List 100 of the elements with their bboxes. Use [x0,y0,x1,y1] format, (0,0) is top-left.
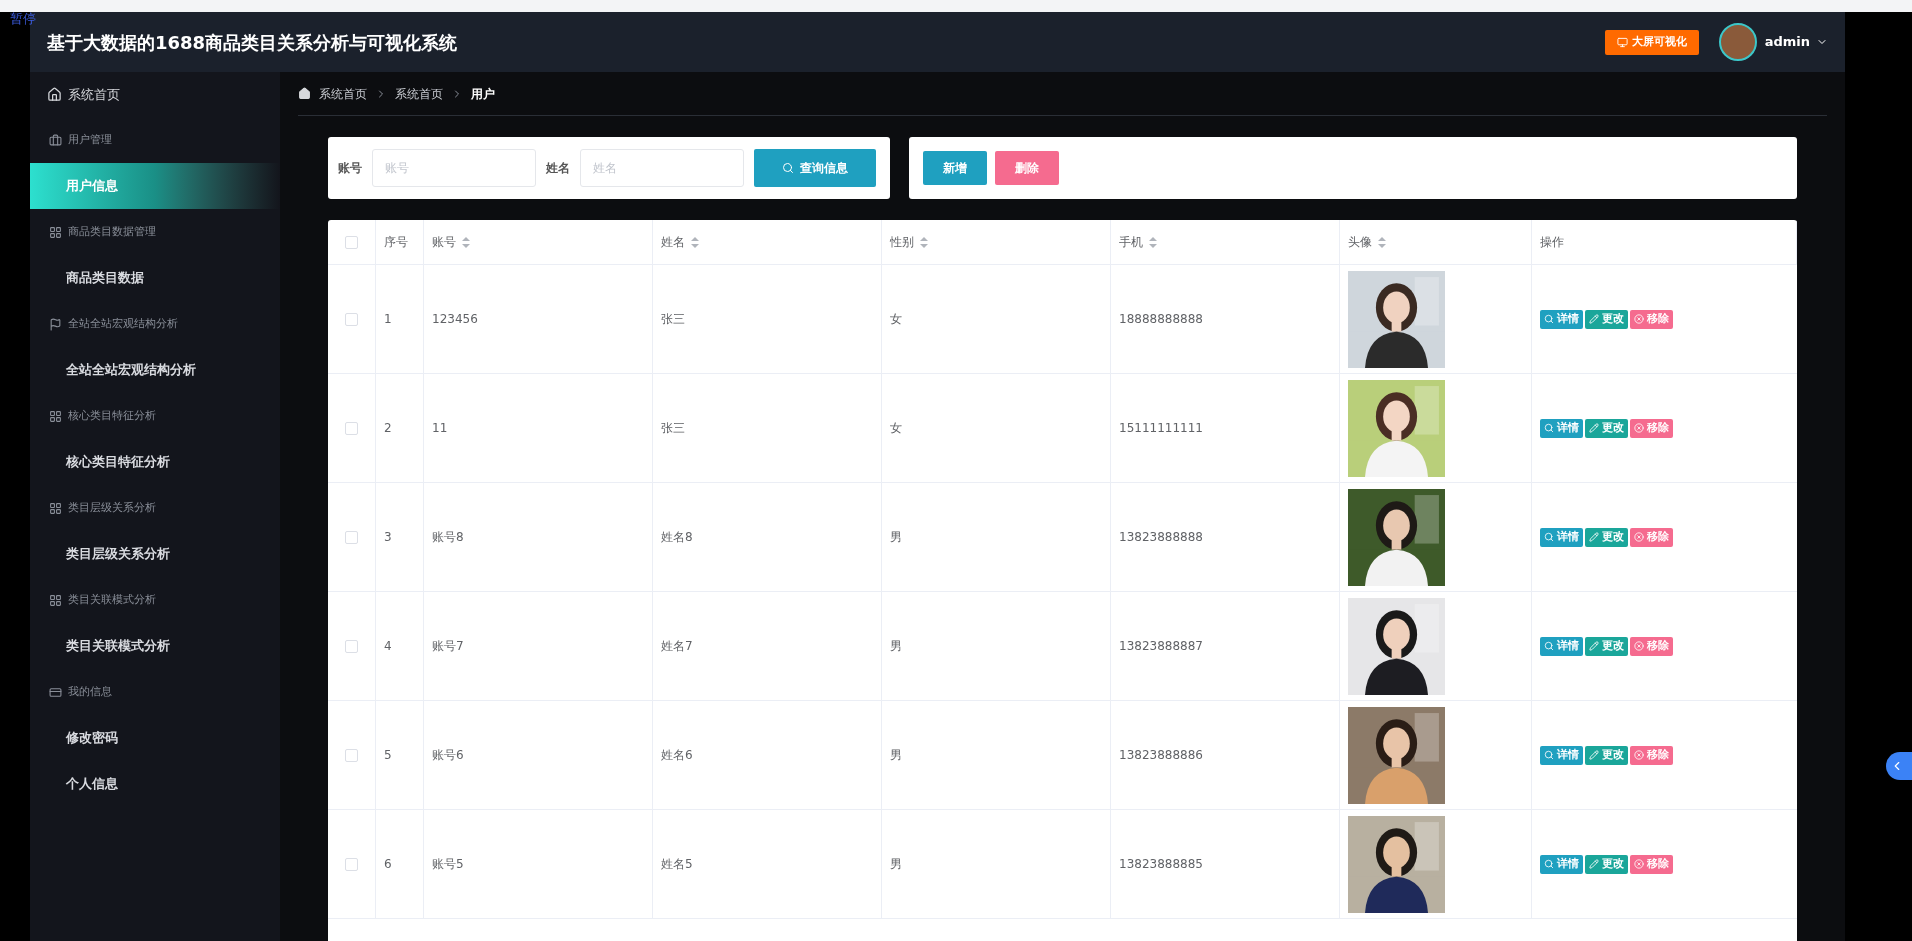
remove-button[interactable]: 移除 [1630,745,1673,765]
breadcrumb-item: 用户 [471,85,495,103]
table-cell-text: 13823888887 [1119,638,1203,655]
table-cell-text: 11 [432,420,448,437]
circle-x-icon [1634,859,1644,869]
sort-icon[interactable] [691,236,699,248]
checkbox[interactable] [345,530,358,544]
search-icon [1544,641,1554,651]
table-cell-text: 3 [384,529,392,546]
detail-button[interactable]: 详情 [1540,309,1583,329]
table-cell-text: 1 [384,311,392,328]
detail-button[interactable]: 详情 [1540,745,1583,765]
detail-button[interactable]: 详情 [1540,418,1583,438]
circle-x-icon [1634,314,1644,324]
column-header-cell[interactable]: 性别 [882,220,1111,264]
checkbox[interactable] [345,748,358,762]
table-cell-text: 13823888886 [1119,747,1203,764]
sidebar-group-label: 类目关联模式分析 [68,591,156,608]
overlay-label: 暂停 [10,10,36,28]
remove-button[interactable]: 移除 [1630,309,1673,329]
delete-button[interactable]: 删除 [995,151,1059,185]
circle-x-icon [1634,423,1644,433]
sidebar-item[interactable]: 核心类目特征分析 [30,439,280,485]
remove-button[interactable]: 移除 [1630,636,1673,656]
table-cell-text: 13823888885 [1119,856,1203,873]
sidebar-item[interactable]: 个人信息 [30,761,280,807]
column-header-cell[interactable]: 账号 [424,220,653,264]
pencil-icon [1589,859,1599,869]
remove-button[interactable]: 移除 [1630,854,1673,874]
column-label: 姓名 [661,234,685,251]
checkbox[interactable] [345,857,358,871]
table-cell-text: 男 [890,747,902,764]
table-cell-text: 账号8 [432,529,464,546]
column-label: 账号 [432,234,456,251]
column-label: 头像 [1348,234,1372,251]
sidebar-group-label: 我的信息 [68,683,112,700]
flag-icon [49,317,62,331]
sort-icon[interactable] [1149,236,1157,248]
monitor-icon [1616,36,1628,48]
table-cell-text: 姓名5 [661,856,693,873]
sidebar-item[interactable]: 商品类目数据 [30,255,280,301]
avatar[interactable] [1718,23,1757,61]
table-cell-text: 男 [890,529,902,546]
checkbox[interactable] [345,639,358,653]
table-cell-text: 姓名6 [661,747,693,764]
checkbox[interactable] [345,421,358,435]
sidebar-group-label: 类目层级关系分析 [68,499,156,516]
sidebar-home-item[interactable]: 系统首页 [30,72,280,117]
table-cell-text: 13823888888 [1119,529,1203,546]
sort-icon[interactable] [462,236,470,248]
sidebar-item[interactable]: 类目关联模式分析 [30,623,280,669]
circle-x-icon [1634,532,1644,542]
remove-button[interactable]: 移除 [1630,418,1673,438]
table-cell-text: 账号6 [432,747,464,764]
checkbox[interactable] [345,312,358,326]
grid-icon [49,409,62,423]
table-cell-text: 女 [890,311,902,328]
sidebar-item[interactable]: 全站全站宏观结构分析 [30,347,280,393]
bigscreen-button[interactable]: 大屏可视化 [1604,29,1699,55]
circle-x-icon [1634,641,1644,651]
detail-button[interactable]: 详情 [1540,636,1583,656]
edit-button[interactable]: 更改 [1585,527,1628,547]
remove-button[interactable]: 移除 [1630,527,1673,547]
breadcrumb-item[interactable]: 系统首页 [319,84,367,103]
edit-button[interactable]: 更改 [1585,854,1628,874]
search-field[interactable]: 账号 [372,149,536,187]
circle-x-icon [1634,750,1644,760]
column-header-cell[interactable]: 手机 [1111,220,1340,264]
sidebar-group-label: 核心类目特征分析 [68,407,156,424]
table-cell-text: 姓名7 [661,638,693,655]
search-icon [1544,859,1554,869]
table-cell-text: 4 [384,638,392,655]
sidebar-item[interactable]: 修改密码 [30,715,280,761]
search-icon [1544,532,1554,542]
search-icon [1544,423,1554,433]
user-name[interactable]: admin [1764,32,1810,52]
collapse-handle[interactable] [1886,752,1912,780]
sort-icon[interactable] [1378,236,1386,248]
detail-button[interactable]: 详情 [1540,854,1583,874]
column-header-cell[interactable]: 头像 [1340,220,1532,264]
pencil-icon [1589,532,1599,542]
edit-button[interactable]: 更改 [1585,418,1628,438]
query-button[interactable]: 查询信息 [754,149,876,187]
checkbox[interactable] [345,235,358,249]
detail-button[interactable]: 详情 [1540,527,1583,547]
edit-button[interactable]: 更改 [1585,309,1628,329]
pencil-icon [1589,314,1599,324]
edit-button[interactable]: 更改 [1585,745,1628,765]
column-header-cell[interactable]: 姓名 [653,220,882,264]
sidebar-item[interactable]: 类目层级关系分析 [30,531,280,577]
column-label: 序号 [384,234,408,251]
search-field[interactable]: 姓名 [580,149,744,187]
add-button[interactable]: 新增 [923,151,987,185]
home-icon[interactable] [298,87,311,100]
edit-button[interactable]: 更改 [1585,636,1628,656]
sort-icon[interactable] [920,236,928,248]
breadcrumb-item[interactable]: 系统首页 [395,84,443,103]
search-icon [1544,750,1554,760]
table-cell-text: 6 [384,856,392,873]
sidebar-group-label: 全站全站宏观结构分析 [68,315,178,332]
